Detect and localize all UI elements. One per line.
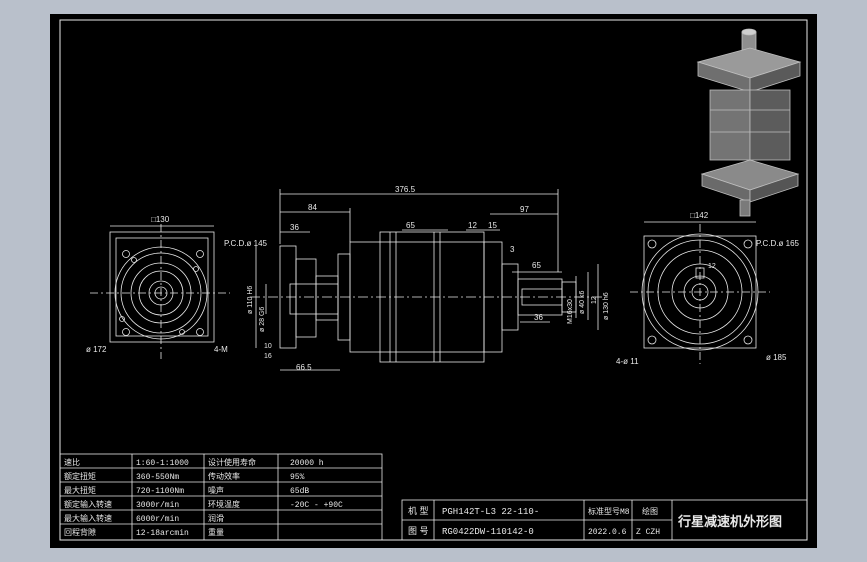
drawing-sheet: □130 P.C.D.ø 145 ø 172 4-M 376.5 84 36 6…: [50, 14, 817, 548]
dim-36: 36: [534, 313, 543, 322]
spec-rows: 速比 1:60-1:1000 设计使用寿命 20000 h 额定扭矩 360-550Nm 传…: [64, 457, 343, 538]
isometric-3d-view: [696, 28, 802, 217]
spec-cell: -20C - +90C: [290, 501, 343, 510]
spec-cell: 重量: [208, 527, 224, 537]
output-dia-dim: ø 40 k6: [579, 291, 586, 314]
right-output-view: [630, 221, 770, 364]
spec-cell: 65dB: [290, 487, 309, 496]
spec-cell: 润滑: [208, 513, 224, 523]
input-bore2-dim: ø 28 G6: [259, 307, 266, 332]
spec-cell: 1:60-1:1000: [136, 459, 189, 468]
spec-cell: 额定扭矩: [64, 471, 96, 481]
right-key-dim: 12: [708, 263, 716, 270]
dim-16: 16: [264, 353, 272, 360]
spec-cell: 最大输入转速: [64, 513, 112, 523]
config-label: 标准型号: [588, 506, 620, 516]
dim-10: 10: [264, 343, 272, 350]
drawing-title: 行星减速机外形图: [677, 514, 782, 529]
shaft-key-length-dim: 97: [520, 205, 529, 214]
spec-cell: 环境温度: [208, 499, 240, 509]
date-value: 2022.0.6: [588, 528, 627, 537]
left-input-view: [90, 224, 230, 359]
left-pcd-dim: P.C.D.ø 145: [224, 239, 268, 248]
spec-cell: 最大扭矩: [64, 485, 96, 495]
right-pcd-dim: P.C.D.ø 165: [756, 239, 800, 248]
model-label: 机 型: [408, 505, 429, 516]
overall-length-dim: 376.5: [395, 185, 416, 194]
spec-cell: 6000r/min: [136, 515, 179, 524]
spec-cell: 12-18arcmin: [136, 529, 189, 538]
spec-cell: 额定输入转速: [64, 499, 112, 509]
drawn-by-label: 绘图: [642, 506, 658, 516]
key-length-dim: 65: [532, 261, 541, 270]
output-pilot-dim: ø 130 h6: [603, 292, 610, 320]
right-dia-dim: ø 185: [766, 353, 787, 362]
drawn-by-value: Z CZH: [636, 528, 660, 537]
flange-length-dim: 84: [308, 203, 317, 212]
dim-12: 12: [468, 221, 477, 230]
output-key-dim: 12: [591, 296, 598, 304]
right-square-dim: □142: [690, 211, 709, 220]
right-holes-dim: 4-ø 11: [616, 357, 639, 366]
drawing-number-label: 图 号: [408, 526, 429, 536]
left-square-dim: □130: [151, 215, 170, 224]
model-value: PGH142T-L3 22-110-: [442, 507, 539, 517]
side-view: [250, 189, 610, 371]
spec-cell: 3000r/min: [136, 501, 179, 510]
drawing-number-value: RG0422DW-110142-0: [442, 527, 534, 537]
cad-drawing: □130 P.C.D.ø 145 ø 172 4-M 376.5 84 36 6…: [59, 19, 808, 541]
config-value: M8: [620, 508, 630, 517]
spec-cell: 360-550Nm: [136, 473, 179, 482]
dim-66-5: 66.5: [296, 363, 312, 372]
dim-15: 15: [488, 221, 497, 230]
input-bore-dim: ø 110 H6: [247, 286, 254, 314]
spec-cell: 噪声: [208, 485, 224, 495]
flange-thickness-dim: 36: [290, 223, 299, 232]
dim-3: 3: [510, 245, 515, 254]
spec-cell: 传动效率: [208, 471, 240, 481]
body-length-dim: 65: [406, 221, 415, 230]
spec-cell: 回程背隙: [64, 527, 96, 537]
output-thread-dim: M16x30: [567, 299, 574, 324]
spec-cell: 95%: [290, 473, 305, 482]
left-holes-dim: 4-M: [214, 345, 228, 354]
spec-cell: 速比: [64, 457, 80, 467]
spec-cell: 20000 h: [290, 459, 324, 468]
spec-cell: 720-1100Nm: [136, 487, 184, 496]
left-dia-dim: ø 172: [86, 345, 107, 354]
spec-cell: 设计使用寿命: [208, 457, 256, 467]
